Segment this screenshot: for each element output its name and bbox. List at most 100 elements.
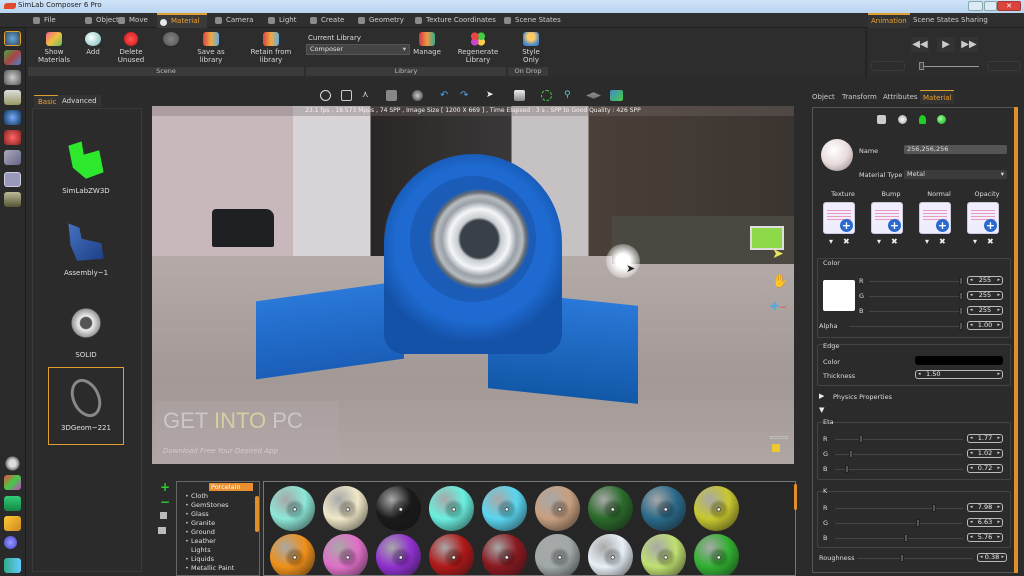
material-swatch[interactable] (323, 486, 368, 531)
material-sphere-icon[interactable] (898, 115, 907, 124)
tab-object-props[interactable]: Object (809, 90, 838, 104)
channel-spinbox[interactable]: ◂ 5.76 ▸ (967, 533, 1003, 542)
pin-icon[interactable] (919, 115, 926, 124)
channel-slider[interactable] (835, 454, 963, 455)
remove-icon[interactable]: − (160, 495, 170, 509)
zoom-plus-minus-icon[interactable]: ✚− (770, 300, 787, 313)
material-type-select[interactable]: Metal ▾ (904, 170, 1007, 179)
scene-item[interactable]: SOLID (48, 301, 124, 359)
select-icon[interactable]: ➤ (486, 90, 497, 101)
add-map-icon[interactable]: + (984, 219, 997, 232)
book-icon[interactable] (4, 90, 21, 105)
tab-basic[interactable]: Basic (34, 95, 61, 107)
material-swatch[interactable] (535, 486, 580, 531)
map-remove-icon[interactable]: ✖ (843, 237, 850, 246)
zoom-fit-icon[interactable] (541, 90, 552, 101)
scene-item[interactable]: Assembly~1 (48, 219, 124, 277)
manage-library-button[interactable]: Manage (412, 32, 442, 56)
add-map-icon[interactable]: + (936, 219, 949, 232)
map-remove-icon[interactable]: ✖ (891, 237, 898, 246)
delete-unused-button[interactable]: Delete Unused (106, 32, 156, 64)
decrement-icon[interactable]: ◂ (970, 435, 973, 442)
view-options-icon[interactable] (158, 527, 166, 534)
channel-slider[interactable] (869, 296, 963, 297)
tab-animation[interactable]: Animation (868, 13, 910, 28)
map-slot[interactable]: + (967, 202, 999, 234)
channel-slider-handle[interactable] (916, 519, 920, 527)
redo-icon[interactable]: ↷ (460, 90, 471, 101)
maximize-button[interactable] (984, 1, 997, 11)
increment-icon[interactable]: ▸ (997, 292, 1000, 299)
regenerate-library-button[interactable]: Regenerate Library (446, 32, 510, 64)
channel-spinbox[interactable]: ◂ 1.77 ▸ (967, 434, 1003, 443)
exit-icon[interactable] (4, 558, 21, 573)
play-button[interactable]: ▶ (937, 37, 955, 52)
material-swatch[interactable] (429, 534, 474, 575)
tab-scene-states-right[interactable]: Scene States (910, 13, 962, 28)
current-library-select[interactable]: Composer ▾ (306, 44, 410, 55)
tab-texture-coordinates[interactable]: Texture Coordinates (412, 13, 500, 28)
material-swatch[interactable] (482, 486, 527, 531)
channel-slider[interactable] (849, 326, 963, 327)
camera-view-icon[interactable] (4, 70, 21, 85)
map-remove-icon[interactable]: ✖ (987, 237, 994, 246)
map-remove-icon[interactable]: ✖ (939, 237, 946, 246)
tab-geometry[interactable]: Geometry (355, 13, 410, 28)
channel-slider-handle[interactable] (932, 504, 936, 512)
orbit-icon[interactable] (320, 90, 331, 101)
add-map-icon[interactable]: + (888, 219, 901, 232)
tree-item-selected[interactable]: Porcelain (209, 483, 253, 491)
material-swatch[interactable] (694, 486, 739, 531)
retain-from-library-button[interactable]: Retain from library (240, 32, 302, 64)
material-swatch[interactable] (641, 534, 686, 575)
channel-slider-handle[interactable] (959, 322, 963, 330)
merge-button[interactable] (160, 32, 182, 48)
channel-slider[interactable] (835, 523, 963, 524)
channel-slider[interactable] (835, 508, 963, 509)
channel-spinbox[interactable]: ◂ 6.63 ▸ (967, 518, 1003, 527)
tab-attributes[interactable]: Attributes (880, 90, 921, 104)
channel-slider-handle[interactable] (959, 307, 963, 315)
lock-icon[interactable] (772, 444, 780, 452)
tab-sharing-resources[interactable]: Sharing Resources (958, 13, 1024, 39)
end-frame-field[interactable] (987, 61, 1021, 71)
tab-camera[interactable]: Camera (212, 13, 262, 28)
library-books-icon[interactable] (160, 512, 167, 519)
channel-spinbox[interactable]: ◂ 1.02 ▸ (967, 449, 1003, 458)
palette-icon[interactable] (4, 475, 21, 490)
increment-icon[interactable]: ▸ (997, 322, 1000, 329)
light-bulb-icon[interactable] (4, 110, 21, 125)
timeline-slider[interactable] (919, 66, 979, 67)
roughness-slider[interactable] (857, 558, 973, 559)
tree-item[interactable]: • Glass (185, 510, 209, 518)
material-swatch[interactable] (482, 534, 527, 575)
increment-icon[interactable]: ▸ (997, 504, 1000, 511)
channel-slider-handle[interactable] (859, 435, 863, 443)
previous-frame-button[interactable]: ◀◀ (911, 37, 929, 52)
material-swatch[interactable] (270, 534, 315, 575)
channel-slider-handle[interactable] (904, 534, 908, 542)
roughness-slider-handle[interactable] (900, 554, 904, 562)
settings-icon[interactable] (4, 456, 21, 471)
channel-spinbox[interactable]: ◂ 255 ▸ (967, 291, 1003, 300)
add-material-button[interactable]: Add (82, 32, 104, 56)
increment-icon[interactable]: ▸ (997, 465, 1000, 472)
increment-icon[interactable]: ▸ (997, 435, 1000, 442)
fit-region-icon[interactable] (341, 90, 352, 101)
undo-icon[interactable]: ↶ (440, 90, 451, 101)
material-swatch[interactable] (588, 486, 633, 531)
tab-light[interactable]: Light (265, 13, 307, 28)
add-icon[interactable]: + (160, 480, 170, 494)
tab-create[interactable]: Create (307, 13, 357, 28)
decrement-icon[interactable]: ◂ (970, 465, 973, 472)
tab-transform[interactable]: Transform (839, 90, 880, 104)
map-slot[interactable]: + (919, 202, 951, 234)
tab-advanced[interactable]: Advanced (58, 95, 101, 107)
decrement-icon[interactable]: ◂ (970, 519, 973, 526)
scene-item[interactable]: SimLabZW3D (48, 137, 124, 195)
show-materials-button[interactable]: Show Materials (30, 32, 78, 64)
3d-viewport[interactable]: 23.1 fps , 18.573 Mpps , 74 SPP , Image … (152, 106, 794, 464)
scene-item-selected[interactable]: 3DGeom~221 (48, 367, 124, 445)
view-mode-icon[interactable] (386, 90, 397, 101)
tab-material-props[interactable]: Material (920, 90, 955, 104)
